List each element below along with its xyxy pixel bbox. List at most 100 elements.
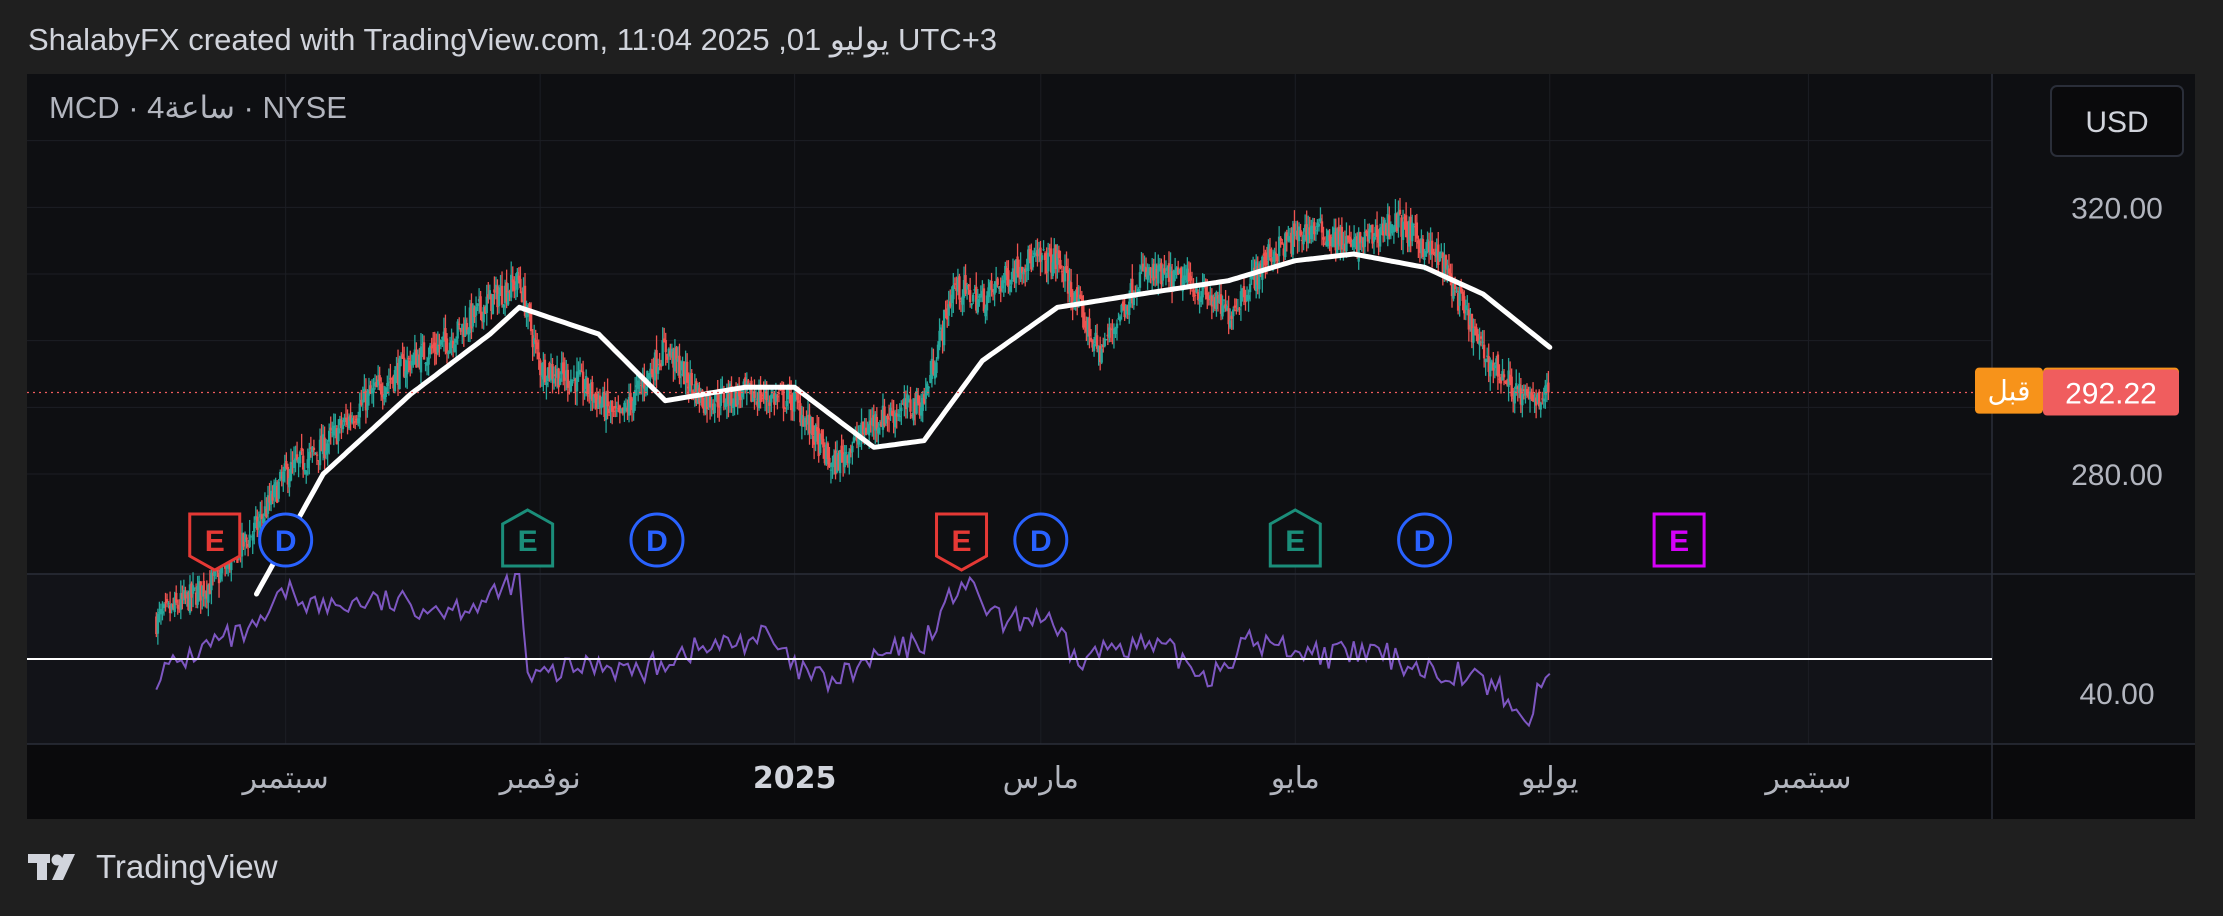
candle-body [1265, 260, 1269, 265]
candle-body [497, 294, 501, 307]
earnings-marker[interactable]: E [935, 512, 989, 572]
candle [491, 293, 495, 315]
candle-body [774, 394, 778, 402]
candle-body [796, 392, 799, 400]
candle-body [1415, 222, 1419, 239]
candle-body [1273, 251, 1276, 262]
time-axis-background [27, 744, 2195, 819]
earnings-marker[interactable]: E [1268, 508, 1322, 568]
candle-body [453, 344, 456, 352]
candle-body [1193, 294, 1197, 297]
currency-button[interactable]: USD [2050, 85, 2184, 157]
candle-body [1447, 268, 1451, 274]
candle-body [900, 407, 903, 412]
candle-body [279, 471, 282, 480]
candle-body [1319, 218, 1322, 222]
candle-body [1040, 255, 1044, 260]
candle-body [386, 382, 389, 387]
candle-body [679, 374, 683, 376]
candle-body [1490, 361, 1493, 363]
earnings-marker-letter: E [1669, 525, 1689, 558]
footer-brand[interactable]: TradingView [28, 848, 278, 886]
chart-frame[interactable]: E D E D E D E D E MCD · 4ساعة · NYSE USD 320.00 280.… [27, 74, 2195, 819]
candle-body [161, 611, 164, 614]
dividend-marker[interactable]: D [1397, 512, 1453, 568]
candle-body [851, 445, 854, 453]
last-price-value: 292.22 [2065, 378, 2157, 411]
candle-body [828, 457, 831, 467]
candle-body [972, 294, 975, 302]
candle-body [1479, 336, 1483, 339]
candle-body [843, 453, 846, 468]
candle-body [1322, 237, 1325, 240]
time-axis-tick-label: مارس [1003, 761, 1079, 796]
candle-body [1002, 279, 1005, 283]
candle-body [510, 274, 513, 298]
candle-body [1092, 344, 1096, 352]
candle-body [1368, 228, 1371, 240]
candle-body [1215, 291, 1218, 310]
candle-body [840, 445, 843, 453]
candle-body [1302, 235, 1305, 245]
candle [1438, 251, 1441, 263]
candle-body [358, 403, 361, 418]
candle-body [458, 323, 461, 325]
candle-body [1164, 272, 1168, 279]
candle-body [439, 339, 443, 345]
candle-body [314, 453, 317, 455]
candle-body [260, 514, 264, 520]
earnings-marker-letter: E [518, 525, 538, 558]
candle-body [1051, 262, 1054, 277]
candle-body [1183, 275, 1186, 281]
candle-body [898, 415, 901, 417]
candle-body [811, 417, 814, 436]
candle-body [1232, 309, 1235, 317]
candle-body [282, 471, 285, 482]
candle-body [305, 471, 308, 475]
candle-body [1463, 296, 1466, 314]
candle-body [529, 311, 533, 332]
candle-body [1128, 301, 1131, 316]
dividend-marker-letter: D [1414, 525, 1436, 558]
candle-body [1455, 290, 1458, 292]
candle-body [1478, 340, 1481, 346]
candle-body [1031, 255, 1035, 268]
candle-body [838, 449, 842, 474]
candle [398, 355, 401, 390]
candle-body [327, 430, 331, 442]
candle-body [1421, 239, 1425, 258]
candle-body [1118, 316, 1122, 322]
candle-body [1398, 209, 1402, 215]
candle-body [768, 402, 771, 406]
dividend-marker[interactable]: D [1013, 512, 1069, 568]
candle-body [422, 342, 426, 360]
candle-body [1521, 393, 1524, 406]
candle-body [1438, 251, 1441, 262]
candle-body [384, 387, 387, 397]
dividend-marker-letter: D [1030, 525, 1052, 558]
candle-body [516, 271, 519, 290]
candle-body [767, 400, 770, 402]
candle-body [598, 395, 602, 404]
rsi-axis-tick-label: 40.00 [2079, 678, 2154, 711]
candle-body [803, 417, 807, 427]
candle-body [982, 288, 986, 312]
candle-body [1320, 221, 1324, 233]
dividend-marker-letter: D [646, 525, 668, 558]
dividend-marker[interactable]: D [629, 512, 685, 568]
time-axis-tick-label: مايو [1269, 761, 1320, 796]
dividend-marker[interactable]: D [258, 512, 314, 568]
chart-canvas[interactable]: E D E D E D E D E MCD · 4ساعة · NYSE USD 320.00 280.… [27, 74, 2195, 819]
candle-body [586, 377, 589, 395]
candle-body [165, 599, 169, 603]
earnings-marker[interactable]: E [188, 512, 242, 572]
earnings-marker[interactable]: E [501, 508, 555, 568]
earnings-marker[interactable]: E [1652, 512, 1706, 568]
candle-body [1510, 376, 1513, 397]
candle-body [897, 414, 900, 417]
candle-body [357, 418, 360, 424]
candle-body [438, 345, 441, 347]
candle-body [1378, 228, 1382, 247]
candle-body [1115, 323, 1119, 329]
candle-body [156, 613, 160, 634]
